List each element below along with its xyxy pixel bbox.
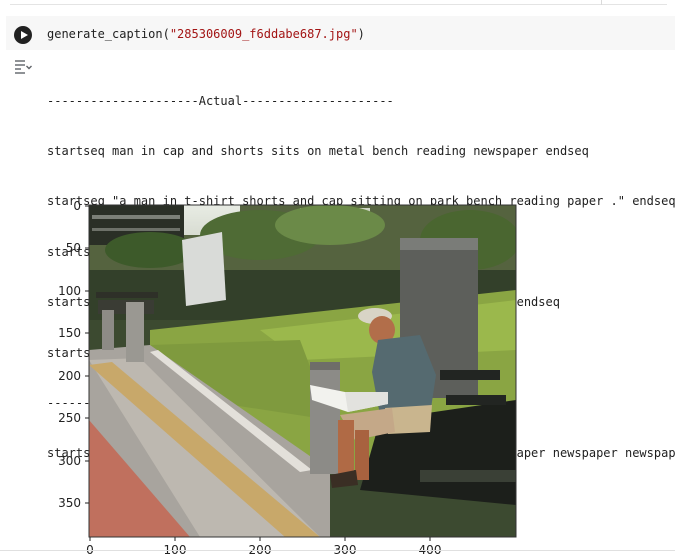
y-tick-label: 150 — [58, 326, 81, 340]
photo — [89, 205, 516, 537]
code-string-argument: "285306009_f6ddabe687.jpg" — [169, 27, 358, 41]
x-axis: 0 100 200 300 400 — [86, 537, 441, 557]
cell-divider — [10, 4, 667, 5]
y-tick-label: 350 — [58, 496, 81, 510]
y-tick-label: 0 — [73, 199, 81, 213]
image-figure: 0 50 100 150 200 250 300 350 0 100 200 3… — [58, 199, 517, 557]
code-close-paren: ) — [357, 27, 365, 41]
output-toggle-icon[interactable] — [14, 59, 34, 75]
y-tick-label: 250 — [58, 411, 81, 425]
previous-cell-edge — [0, 0, 675, 14]
code-line[interactable]: generate_caption("285306009_f6ddabe687.j… — [47, 27, 365, 42]
y-axis: 0 50 100 150 200 250 300 350 — [58, 199, 89, 510]
output-line: ---------------------Actual-------------… — [47, 93, 394, 108]
y-tick-label: 300 — [58, 454, 81, 468]
y-tick-label: 100 — [58, 284, 81, 298]
divider-notch — [601, 0, 602, 5]
y-tick-label: 50 — [66, 241, 81, 255]
play-icon — [20, 30, 28, 39]
code-function-call: generate_caption( — [47, 27, 170, 41]
y-tick-label: 200 — [58, 369, 81, 383]
run-cell-button[interactable] — [14, 26, 32, 44]
viewport-divider — [0, 550, 675, 551]
output-line: startseq man in cap and shorts sits on m… — [47, 143, 589, 158]
